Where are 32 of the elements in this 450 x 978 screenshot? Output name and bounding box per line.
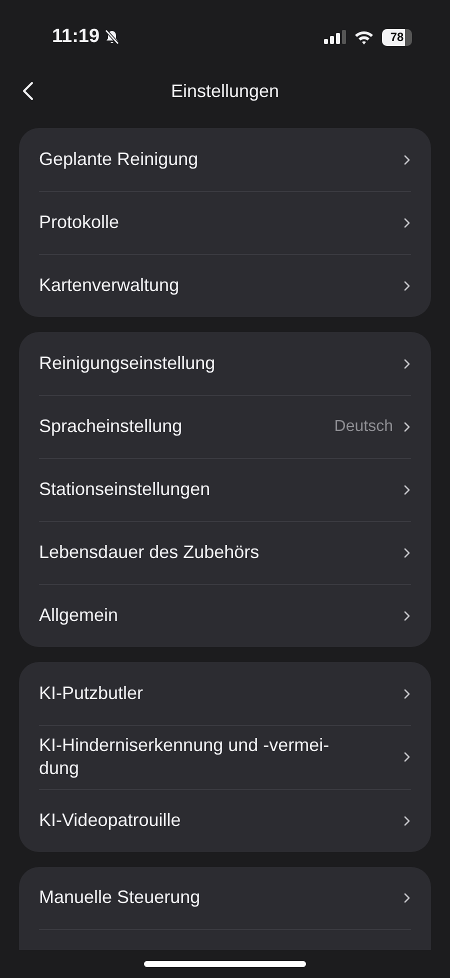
- page-title: Einstellungen: [170, 80, 280, 103]
- settings-row[interactable]: KI-Hinderniserkennung und -vermei-dung: [39, 725, 411, 789]
- settings-row[interactable]: KI-Putzbutler: [39, 662, 411, 725]
- chevron-icon: [403, 484, 411, 496]
- chevron-icon: [403, 547, 411, 559]
- chevron-icon: [403, 814, 411, 827]
- settings-row[interactable]: Stationseinstellungen: [39, 458, 411, 521]
- settings-row[interactable]: KI-Videopatrouille: [39, 788, 411, 852]
- settings-row[interactable]: Geplante Reinigung: [39, 128, 411, 191]
- chevron-icon: [403, 892, 411, 904]
- chevron-icon: [403, 217, 411, 229]
- settings-row[interactable]: Allgemein: [39, 584, 411, 647]
- status-time: 11:19: [52, 24, 100, 49]
- chevron-icon: [403, 688, 411, 700]
- settings-row[interactable]: Protokolle: [39, 191, 411, 254]
- settings-row[interactable]: Reinigungseinstellung: [39, 332, 411, 395]
- settings-row[interactable]: Manuelle Steuerung: [39, 866, 411, 930]
- wifi-icon: [354, 30, 374, 44]
- settings-row[interactable]: Lebensdauer des Zubehörs: [39, 521, 411, 584]
- chevron-icon: [403, 751, 411, 764]
- settings-row[interactable]: Spracheinstellung Deutsch: [39, 395, 411, 458]
- chevron-icon: [403, 421, 411, 433]
- chevron-icon: [403, 358, 411, 370]
- signal-icon: [324, 30, 346, 44]
- chevron-icon: [403, 610, 411, 622]
- chevron-icon: [403, 154, 411, 166]
- current-value: Deutsch: [334, 417, 393, 437]
- chevron-icon: [403, 280, 411, 292]
- battery-icon: 78: [382, 28, 412, 46]
- muted-bell-icon: [104, 29, 120, 45]
- back-icon: [22, 80, 34, 101]
- settings-row[interactable]: Kartenverwaltung: [39, 254, 411, 317]
